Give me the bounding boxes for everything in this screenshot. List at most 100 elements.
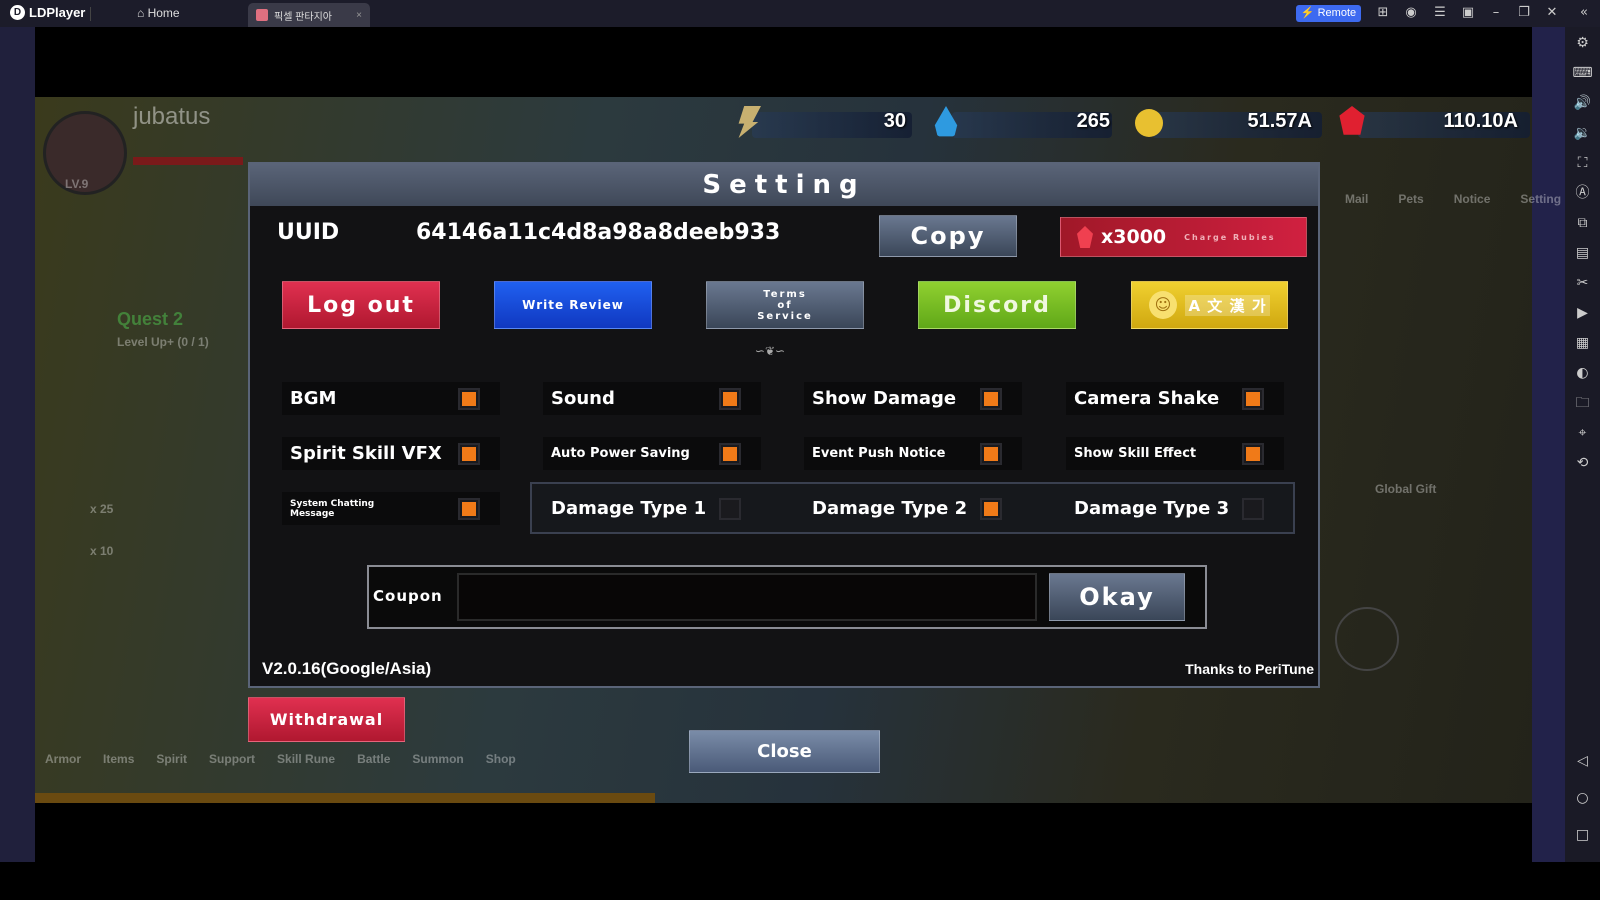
toggle-damage-type-3[interactable]: Damage Type 3 xyxy=(1066,492,1284,525)
fullscreen-icon[interactable]: ⛶ xyxy=(1565,153,1600,173)
terms-of-service-button[interactable]: Terms of Service xyxy=(706,281,864,329)
toggle-show-damage[interactable]: Show Damage xyxy=(804,382,1022,415)
scissors-icon[interactable]: ✂ xyxy=(1565,273,1600,293)
minimize-icon[interactable]: – xyxy=(1488,5,1504,21)
left-frame xyxy=(0,27,35,862)
folder-icon[interactable]: 🗀 xyxy=(1565,393,1600,413)
copy-label: Copy xyxy=(910,222,986,250)
toggle-damage-type-2[interactable]: Damage Type 2 xyxy=(804,492,1022,525)
remote-button[interactable]: ⚡ Remote xyxy=(1296,5,1361,22)
close-window-icon[interactable]: ✕ xyxy=(1544,5,1560,21)
toggle-label: Auto Power Saving xyxy=(551,446,690,461)
nav-battle: Battle xyxy=(357,752,391,766)
checkbox[interactable] xyxy=(980,388,1002,410)
add-window-icon[interactable]: ⧉ xyxy=(1565,213,1600,233)
remote-label: Remote xyxy=(1317,7,1357,19)
ruby-icon xyxy=(1077,226,1093,248)
home-nav-icon[interactable]: ○ xyxy=(1565,788,1600,808)
tab-game[interactable]: 픽셀 판타지아 × xyxy=(248,3,370,27)
write-review-button[interactable]: Write Review xyxy=(494,281,652,329)
gamepad-icon[interactable]: ⊞ xyxy=(1375,5,1391,21)
checkbox[interactable] xyxy=(719,498,741,520)
checkbox[interactable] xyxy=(1242,443,1264,465)
okay-button[interactable]: Okay xyxy=(1049,573,1185,621)
checkbox[interactable] xyxy=(458,388,480,410)
toggle-auto-power-saving[interactable]: Auto Power Saving xyxy=(543,437,761,470)
apk-icon[interactable]: ▤ xyxy=(1565,243,1600,263)
checkbox[interactable] xyxy=(980,443,1002,465)
nav-summon: Summon xyxy=(412,752,464,766)
coupon-label: Coupon xyxy=(373,587,443,605)
home-icon: ⌂ xyxy=(137,6,148,20)
logout-label: Log out xyxy=(307,292,415,318)
water-value: 265 xyxy=(1076,110,1110,132)
toggle-show-skill-effect[interactable]: Show Skill Effect xyxy=(1066,437,1284,470)
toggle-label: Spirit Skill VFX xyxy=(290,443,442,464)
operation-icon[interactable]: ▦ xyxy=(1565,333,1600,353)
nav-skill-rune: Skill Rune xyxy=(277,752,336,766)
quest-title: Quest 2 xyxy=(117,309,184,329)
settings-icon[interactable]: ⚙ xyxy=(1565,33,1600,53)
ruby-value: 110.10A xyxy=(1443,110,1518,132)
screen-icon[interactable]: ▣ xyxy=(1460,5,1476,21)
record-icon[interactable]: ▶ xyxy=(1565,303,1600,323)
withdrawal-button[interactable]: Withdrawal xyxy=(248,697,405,742)
auto-button xyxy=(1335,607,1399,671)
account-icon[interactable]: ◉ xyxy=(1403,5,1419,21)
close-label: Close xyxy=(757,741,812,762)
close-tab-icon[interactable]: × xyxy=(356,10,362,21)
menu-icon[interactable]: ☰ xyxy=(1432,5,1448,21)
item-count: x 10 xyxy=(90,544,114,558)
toggle-bgm[interactable]: BGM xyxy=(282,382,500,415)
coupon-input[interactable] xyxy=(457,573,1037,621)
menu-setting: Setting xyxy=(1520,192,1562,206)
game-app-icon xyxy=(256,9,268,21)
keyboard-icon[interactable]: ⌨ xyxy=(1565,63,1600,83)
player-level: LV.9 xyxy=(65,177,89,191)
discord-button[interactable]: Discord xyxy=(918,281,1076,329)
logout-button[interactable]: Log out xyxy=(282,281,440,329)
toggle-event-push-notice[interactable]: Event Push Notice xyxy=(804,437,1022,470)
toggle-label: Show Skill Effect xyxy=(1074,446,1197,461)
volume-up-icon[interactable]: 🔊 xyxy=(1565,93,1600,113)
tab-home[interactable]: ⌂ Home xyxy=(137,6,180,20)
checkbox[interactable] xyxy=(980,498,1002,520)
checkbox[interactable] xyxy=(1242,388,1264,410)
toggle-sound[interactable]: Sound xyxy=(543,382,761,415)
dialog-title: Setting xyxy=(250,164,1318,206)
emoji-icon: ☺ xyxy=(1149,291,1178,319)
auto-rotate-icon[interactable]: Ⓐ xyxy=(1565,183,1600,203)
collapse-sidebar-icon[interactable]: « xyxy=(1576,5,1592,21)
copy-button[interactable]: Copy xyxy=(879,215,1017,257)
toggle-system-chatting-message[interactable]: System Chatting Message xyxy=(282,492,500,525)
checkbox[interactable] xyxy=(1242,498,1264,520)
toggle-spirit-skill-vfx[interactable]: Spirit Skill VFX xyxy=(282,437,500,470)
restore-icon[interactable]: ❐ xyxy=(1516,5,1532,21)
recent-apps-icon[interactable]: □ xyxy=(1565,825,1600,845)
ruby-offer-subtitle: Charge Rubies xyxy=(1184,232,1276,242)
location-icon[interactable]: ⌖ xyxy=(1565,423,1600,443)
uuid-label: UUID xyxy=(277,220,340,245)
checkbox[interactable] xyxy=(719,388,741,410)
quest-detail: Level Up+ (0 / 1) xyxy=(117,335,209,349)
language-button[interactable]: ☺ A 文 漢 가 xyxy=(1131,281,1288,329)
emulator-titlebar: D LDPlayer ⌂ Home 픽셀 판타지아 × ⚡ Remote ⊞ ◉ ☰… xyxy=(0,0,1600,27)
checkbox[interactable] xyxy=(458,443,480,465)
checkbox[interactable] xyxy=(458,498,480,520)
nav-shop: Shop xyxy=(485,752,516,766)
toggle-label: BGM xyxy=(290,388,337,409)
global-gift: Global Gift xyxy=(1375,482,1437,496)
ruby-offer-button[interactable]: x3000 Charge Rubies xyxy=(1060,217,1307,257)
volume-down-icon[interactable]: 🔉 xyxy=(1565,123,1600,143)
close-button[interactable]: Close xyxy=(689,730,880,773)
player-name: jubatus xyxy=(133,103,211,130)
sync-icon[interactable]: ◐ xyxy=(1565,363,1600,383)
checkbox[interactable] xyxy=(719,443,741,465)
right-frame xyxy=(1532,27,1565,862)
toggle-damage-type-1[interactable]: Damage Type 1 xyxy=(543,492,761,525)
credits-text: Thanks to PeriTune xyxy=(1185,661,1314,677)
divider xyxy=(90,7,91,21)
shake-icon[interactable]: ⟲ xyxy=(1565,453,1600,473)
toggle-camera-shake[interactable]: Camera Shake xyxy=(1066,382,1284,415)
back-icon[interactable]: ◁ xyxy=(1565,751,1600,771)
